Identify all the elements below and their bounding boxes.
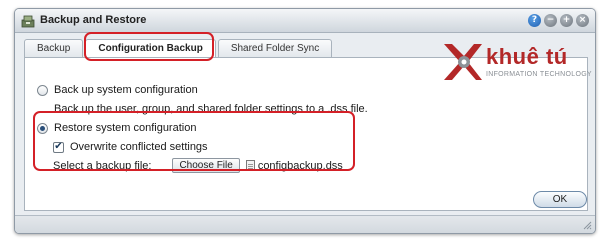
logo-tagline: INFORMATION TECHNOLOGY	[486, 71, 592, 78]
selected-file-name: configbackup.dss	[257, 159, 343, 172]
app-icon	[21, 15, 35, 28]
help-button[interactable]: ?	[528, 14, 541, 27]
tab-backup[interactable]: Backup	[24, 39, 84, 58]
choose-file-button[interactable]: Choose File	[172, 158, 240, 173]
backup-option-row: Back up system configuration	[37, 84, 198, 96]
backup-file-row: Select a backup file: Choose File config…	[53, 158, 343, 173]
ok-button[interactable]: OK	[533, 191, 587, 208]
minimize-button[interactable]: −	[544, 14, 557, 27]
tab-shared-folder-sync[interactable]: Shared Folder Sync	[217, 39, 333, 58]
file-icon	[245, 160, 255, 171]
backup-config-radio[interactable]	[37, 84, 48, 96]
title-bar[interactable]: Backup and Restore ? − + ×	[15, 9, 595, 33]
restore-option-row: Restore system configuration	[37, 122, 196, 134]
logo-x-mark-icon	[444, 44, 482, 80]
overwrite-row: ✔ Overwrite conflicted settings	[53, 141, 208, 153]
overwrite-label[interactable]: Overwrite conflicted settings	[70, 141, 208, 153]
tab-bar: Backup Configuration Backup Shared Folde…	[24, 39, 334, 59]
maximize-button[interactable]: +	[560, 14, 573, 27]
backup-file-label: Select a backup file:	[53, 159, 152, 172]
backup-config-label[interactable]: Back up system configuration	[54, 84, 198, 96]
restore-config-radio[interactable]	[37, 122, 48, 134]
restore-config-label[interactable]: Restore system configuration	[54, 122, 196, 134]
status-bar	[15, 215, 595, 233]
tab-configuration-backup[interactable]: Configuration Backup	[85, 39, 216, 59]
close-button[interactable]: ×	[576, 14, 589, 27]
resize-grip-icon[interactable]	[583, 221, 592, 230]
watermark-logo: khuê tú INFORMATION TECHNOLOGY	[440, 40, 610, 90]
logo-name: khuê tú	[486, 44, 568, 69]
window-title: Backup and Restore	[40, 14, 147, 26]
overwrite-checkbox[interactable]: ✔	[53, 141, 64, 153]
window-controls: ? − + ×	[528, 14, 589, 27]
backup-description-row: Back up the user, group, and shared fold…	[54, 103, 368, 115]
backup-config-description: Back up the user, group, and shared fold…	[54, 103, 368, 115]
